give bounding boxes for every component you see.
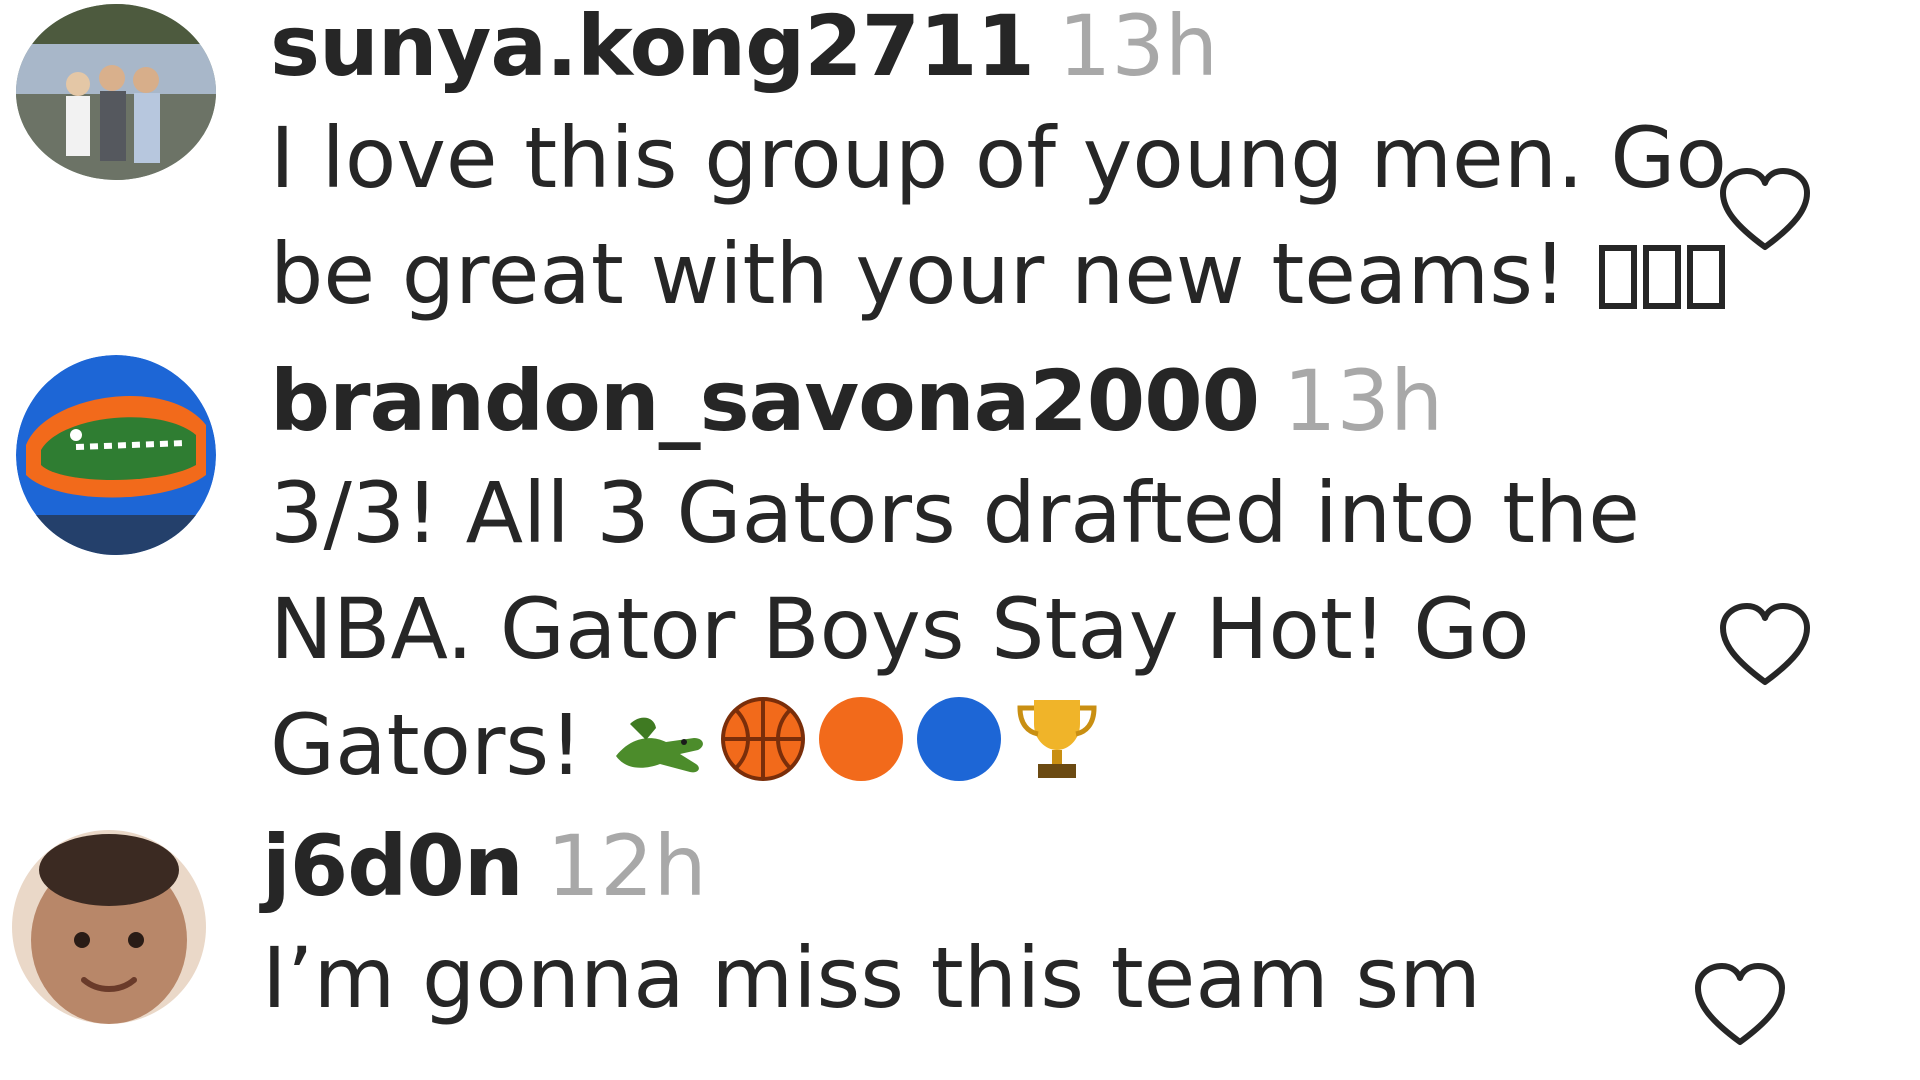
timestamp: 13h	[1283, 352, 1444, 450]
username-link[interactable]: sunya.kong2711	[270, 0, 1035, 95]
user-avatar[interactable]	[16, 4, 216, 180]
gator-logo-avatar	[16, 355, 216, 555]
heart-outline-icon	[1720, 168, 1810, 250]
comment-body: sunya.kong2711 13h I love this group of y…	[270, 0, 1740, 332]
blue-circle-emoji-icon	[914, 694, 1004, 784]
comment-body: j6d0n 12h I’m gonna miss this team sm	[262, 820, 1740, 1036]
trophy-emoji-icon	[1012, 694, 1102, 784]
comment-item: j6d0n 12h I’m gonna miss this team sm	[0, 820, 1920, 1080]
missing-glyph-icon	[1599, 245, 1638, 309]
heart-outline-icon	[1720, 603, 1810, 685]
comment-text: 3/3! All 3 Gators drafted into the NBA. …	[270, 455, 1740, 803]
user-avatar[interactable]	[12, 830, 206, 1024]
comment-text-content: I’m gonna miss this team sm	[262, 929, 1481, 1027]
heart-outline-icon	[1695, 963, 1785, 1045]
like-heart-icon[interactable]	[1690, 960, 1790, 1050]
comment-body: brandon_savona2000 13h 3/3! All 3 Gators …	[270, 355, 1740, 803]
family-photo-avatar	[16, 4, 216, 180]
comment-list: sunya.kong2711 13h I love this group of y…	[0, 0, 1920, 1080]
basketball-emoji-icon	[718, 694, 808, 784]
child-face-avatar	[12, 830, 206, 1024]
timestamp: 12h	[546, 817, 707, 915]
username-link[interactable]: brandon_savona2000	[270, 352, 1260, 450]
comment-text: I love this group of young men. Go be gr…	[270, 100, 1740, 332]
user-avatar[interactable]	[16, 355, 216, 555]
comment-meta: brandon_savona2000 13h	[270, 355, 1740, 447]
username-link[interactable]: j6d0n	[262, 817, 524, 915]
like-heart-icon[interactable]	[1715, 600, 1815, 690]
like-heart-icon[interactable]	[1715, 165, 1815, 255]
comment-meta: j6d0n 12h	[262, 820, 1740, 912]
comment-item: brandon_savona2000 13h 3/3! All 3 Gators …	[0, 355, 1920, 815]
orange-circle-emoji-icon	[816, 694, 906, 784]
crocodile-emoji-icon	[610, 694, 710, 784]
missing-glyph-icon	[1643, 245, 1682, 309]
timestamp: 13h	[1057, 0, 1219, 95]
comment-text-content: I love this group of young men. Go be gr…	[270, 109, 1727, 323]
comment-text: I’m gonna miss this team sm	[262, 920, 1740, 1036]
comment-meta: sunya.kong2711 13h	[270, 0, 1740, 92]
comment-item: sunya.kong2711 13h I love this group of y…	[0, 0, 1920, 340]
